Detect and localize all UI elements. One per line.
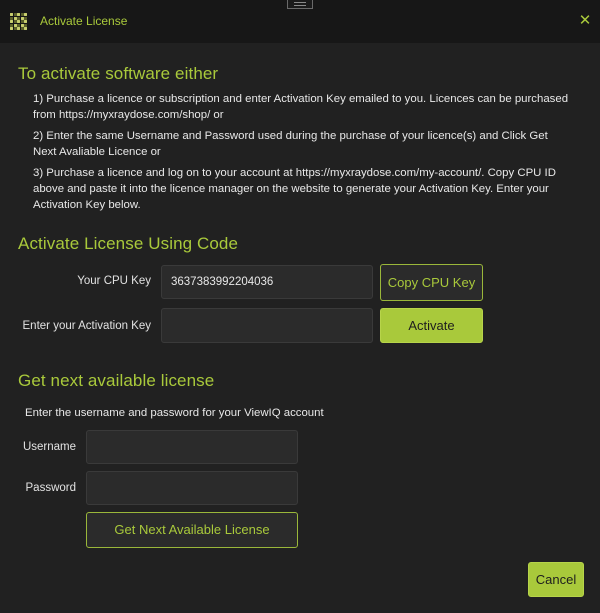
close-icon[interactable]: ✕ xyxy=(578,12,592,28)
cpu-key-label: Your CPU Key xyxy=(77,275,151,287)
cancel-button[interactable]: Cancel xyxy=(528,562,584,597)
get-next-license-button[interactable]: Get Next Available License xyxy=(86,512,298,548)
instruction-step-3: 3) Purchase a licence and log on to your… xyxy=(33,167,556,211)
section-heading-activate-code: Activate License Using Code xyxy=(18,234,239,253)
account-instructions: Enter the username and password for your… xyxy=(25,407,324,419)
instruction-step-2: 2) Enter the same Username and Password … xyxy=(33,130,548,158)
copy-cpu-key-button[interactable]: Copy CPU Key xyxy=(380,264,483,301)
dialog-content: To activate software either 1) Purchase … xyxy=(0,43,600,613)
username-label: Username xyxy=(22,441,76,453)
username-field[interactable] xyxy=(86,430,298,464)
section-heading-next-license: Get next available license xyxy=(18,371,215,390)
activation-key-label: Enter your Activation Key xyxy=(22,320,151,332)
instruction-step-1: 1) Purchase a licence or subscription an… xyxy=(33,93,569,121)
password-label: Password xyxy=(25,482,77,494)
drag-handle-icon[interactable] xyxy=(287,0,313,9)
activation-key-field[interactable] xyxy=(161,308,373,343)
cpu-key-field[interactable] xyxy=(161,265,373,299)
activate-button[interactable]: Activate xyxy=(380,308,483,343)
password-field[interactable] xyxy=(86,471,298,505)
section-heading-activate-either: To activate software either xyxy=(18,64,219,83)
title-bar: Activate License ✕ xyxy=(0,0,600,43)
app-logo-icon xyxy=(10,13,27,30)
window-title: Activate License xyxy=(40,14,128,28)
